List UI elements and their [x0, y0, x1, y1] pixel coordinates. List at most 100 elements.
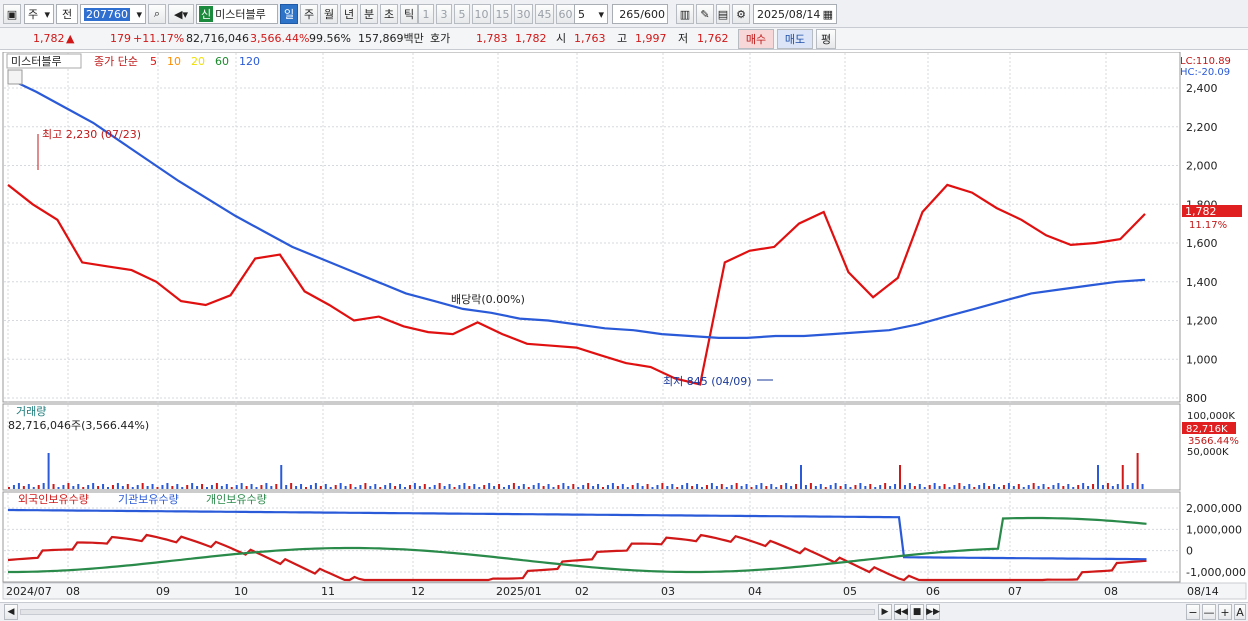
mode-select[interactable]: 전	[56, 4, 78, 24]
period-tab-0[interactable]: 일	[280, 4, 298, 24]
period-tab-3[interactable]: 년	[340, 4, 358, 24]
volume-bar	[696, 484, 699, 489]
speaker-icon[interactable]: ◀▾	[168, 4, 194, 24]
interval-button-30[interactable]: 30	[514, 4, 533, 24]
interval-button-5[interactable]: 5	[454, 4, 470, 24]
zoom-in-icon[interactable]: +	[1218, 604, 1232, 620]
date-field[interactable]: 2025/08/14 ▦	[753, 4, 837, 24]
sell-button[interactable]: 매도	[777, 29, 813, 49]
volume-bar	[824, 487, 827, 489]
volume-bar	[1052, 485, 1055, 489]
volume-bar	[908, 483, 911, 489]
volume-bar	[899, 465, 901, 489]
new-badge: 신	[199, 6, 214, 22]
volume-bar	[161, 485, 164, 489]
volume-bar	[374, 484, 377, 489]
open-label: 시	[556, 32, 567, 45]
volume-bar	[567, 486, 570, 489]
volume-bar	[146, 486, 149, 489]
gear-icon[interactable]: ⚙	[732, 4, 750, 24]
rewind-icon[interactable]: ◀◀	[894, 604, 908, 620]
volume-bar	[82, 487, 85, 489]
volume-bar	[225, 484, 228, 489]
period-tab-5[interactable]: 초	[380, 4, 398, 24]
volume-bar	[725, 487, 728, 489]
volume-bar	[111, 485, 114, 489]
volume-bar	[983, 483, 986, 489]
interval-button-1[interactable]: 1	[418, 4, 434, 24]
code-input[interactable]: 207760 ▾	[80, 4, 146, 24]
volume-bar	[453, 487, 456, 489]
interval-button-60[interactable]: 60	[556, 4, 575, 24]
volume-bar	[691, 486, 694, 489]
draw-icon[interactable]: ✎	[696, 4, 714, 24]
volume-bar	[1126, 485, 1129, 489]
price-tick-7: 1,000	[1186, 353, 1218, 366]
volume-bar	[795, 484, 798, 489]
zoom-out-icon[interactable]: −	[1186, 604, 1200, 620]
volume-bar	[107, 487, 109, 489]
volume-bar	[32, 487, 35, 489]
volume-bar	[606, 485, 609, 489]
volume-tag-pct: 3566.44%	[1188, 436, 1239, 447]
interval-button-15[interactable]: 15	[493, 4, 512, 24]
font-size-icon[interactable]: A	[1234, 604, 1246, 620]
chevron-down-icon: ▾	[44, 7, 50, 21]
price-change-pct: +11.17%	[133, 32, 185, 45]
volume-bar	[943, 484, 946, 489]
volume-bar	[1047, 487, 1050, 489]
search-icon[interactable]: ⌕	[148, 4, 166, 24]
x-tick-5: 12	[411, 585, 425, 598]
interval-button-45[interactable]: 45	[535, 4, 554, 24]
stock-chart[interactable]: 미스터블루 종가 단순 5 10 20 60 120 LC:110.89 HC:-20.…	[0, 52, 1248, 604]
volume-bar	[1017, 484, 1020, 489]
stop-icon[interactable]: ■	[910, 604, 924, 620]
interval-button-3[interactable]: 3	[436, 4, 452, 24]
volume-bar	[993, 484, 996, 489]
market-select[interactable]: 주 ▾	[24, 4, 54, 24]
volume-bar	[676, 487, 679, 489]
period-tab-2[interactable]: 월	[320, 4, 338, 24]
volume-bar	[230, 487, 233, 489]
volume-bar	[364, 483, 367, 489]
period-tab-4[interactable]: 분	[360, 4, 378, 24]
period-tab-1[interactable]: 주	[300, 4, 318, 24]
volume-bar	[300, 484, 303, 489]
interval-value: 5	[578, 7, 585, 21]
volume-bar	[344, 486, 347, 489]
volume-bar	[478, 487, 481, 489]
volume-bar	[740, 486, 743, 489]
buy-button[interactable]: 매수	[738, 29, 774, 49]
x-axis-bar	[2, 582, 1247, 600]
scroll-left-icon[interactable]: ◀	[4, 604, 18, 620]
x-tick-9: 04	[748, 585, 762, 598]
window-icon[interactable]: ▣	[3, 4, 21, 24]
volume-bar	[379, 487, 382, 489]
line-icon[interactable]: —	[1202, 604, 1216, 620]
x-tick-3: 10	[234, 585, 248, 598]
volume-bar	[686, 483, 689, 489]
period-tab-6[interactable]: 틱	[400, 4, 418, 24]
candle-icon[interactable]: ▥	[676, 4, 694, 24]
count-field[interactable]: 265/600	[612, 4, 668, 24]
interval-select[interactable]: 5 ▾	[574, 4, 608, 24]
forward-icon[interactable]: ▶▶	[926, 604, 940, 620]
scrollbar[interactable]	[20, 609, 875, 615]
holding-tick-0: 2,000,000	[1186, 502, 1242, 515]
volume-bar	[295, 486, 298, 489]
scroll-right-icon[interactable]: ▶	[878, 604, 892, 620]
volume-bar	[186, 485, 189, 489]
volume-bar	[503, 487, 505, 489]
volume-bar	[67, 483, 70, 489]
volume-bar	[72, 486, 75, 489]
flat-button[interactable]: 평	[816, 29, 836, 49]
save-icon[interactable]: ▤	[716, 4, 730, 24]
volume-bar	[577, 487, 580, 489]
volume-bar	[760, 483, 763, 489]
interval-button-10[interactable]: 10	[472, 4, 491, 24]
volume-bar	[27, 484, 30, 489]
table-icon[interactable]	[7, 69, 23, 85]
volume-bar	[552, 487, 555, 489]
volume-bar	[582, 485, 585, 489]
stock-name-field[interactable]: 신 미스터블루	[196, 4, 278, 24]
